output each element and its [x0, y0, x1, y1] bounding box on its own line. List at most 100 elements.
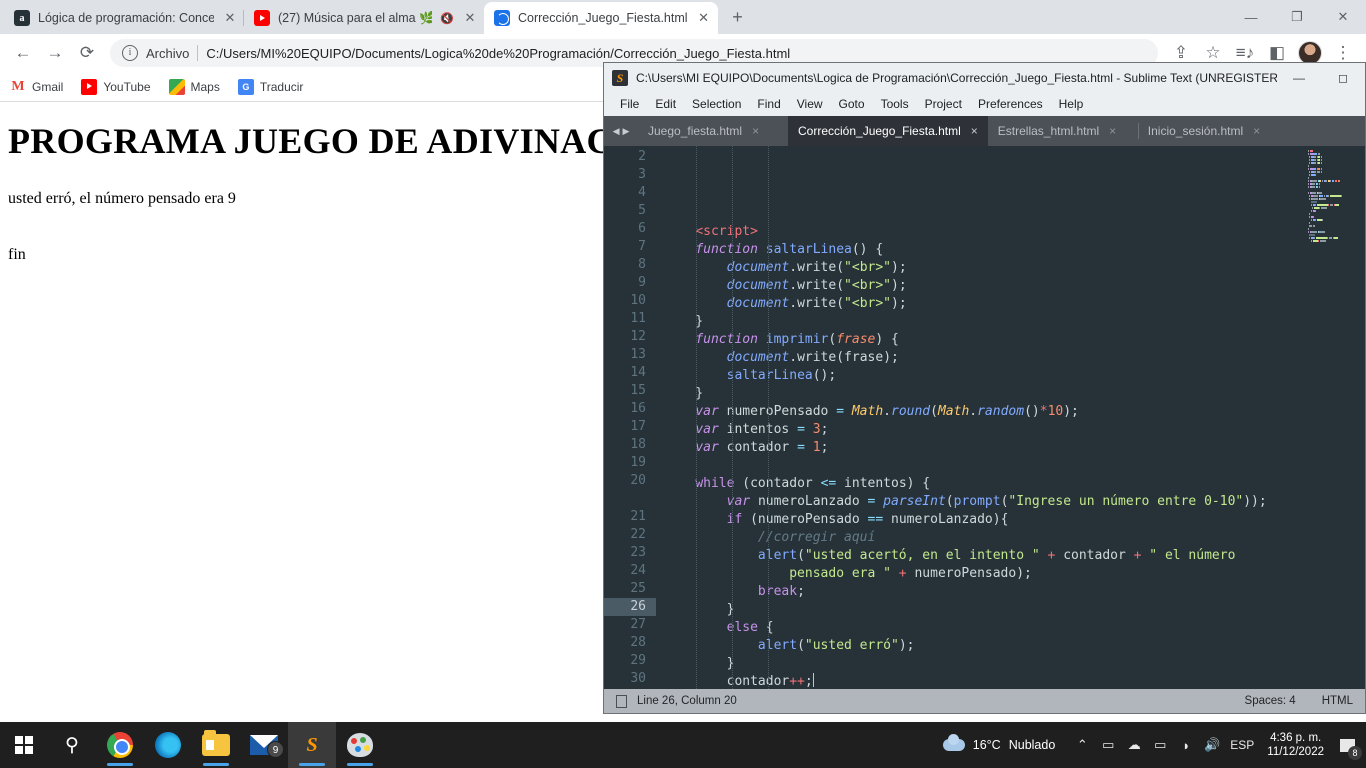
windows-taskbar: ⚲ 9 S 16°C Nublado ⌃ ▭ ☁ ▭ ◗ 🔊 ESP 4:36 … [0, 722, 1366, 768]
menu-preferences[interactable]: Preferences [970, 92, 1051, 116]
line-number: 17 [630, 419, 646, 434]
line-number: 25 [630, 581, 646, 596]
show-hidden-icons[interactable]: ⌃ [1069, 722, 1095, 768]
sublime-tab-label: Juego_fiesta.html [648, 124, 743, 138]
browser-tab-2[interactable]: (27) Música para el alma 🌿 🔇 ✕ [243, 2, 484, 34]
new-tab-button[interactable]: + [724, 4, 752, 32]
taskbar-sublime[interactable]: S [288, 722, 336, 768]
close-icon[interactable]: ✕ [462, 10, 478, 26]
reload-icon[interactable]: ⟳ [72, 38, 102, 68]
indentation-setting[interactable]: Spaces: 4 [1245, 695, 1296, 707]
sublime-tab-estrellas-html[interactable]: Estrellas_html.html × [988, 116, 1138, 146]
code-minimap[interactable] [1303, 146, 1365, 689]
onedrive-icon[interactable]: ☁ [1121, 722, 1147, 768]
bookmark-label: Maps [190, 79, 220, 94]
wifi-icon[interactable]: ◗ [1173, 722, 1199, 768]
back-icon[interactable]: ← [8, 38, 38, 68]
globe-icon [494, 10, 510, 26]
taskbar-mail[interactable]: 9 [240, 722, 288, 768]
notification-center-button[interactable]: 8 [1334, 722, 1362, 768]
code-line: break; [757, 584, 805, 599]
text-cursor [812, 673, 814, 687]
taskbar-items: ⚲ 9 S [0, 722, 384, 768]
close-button[interactable]: ✕ [1320, 0, 1366, 34]
chevron-right-icon[interactable]: ▶ [623, 126, 630, 137]
sublime-tab-juego-fiesta[interactable]: Juego_fiesta.html × [638, 116, 788, 146]
minimap-line [1306, 189, 1362, 191]
menu-edit[interactable]: Edit [647, 92, 684, 116]
search-button[interactable]: ⚲ [48, 722, 96, 768]
minimap-line [1306, 228, 1362, 230]
weather-widget[interactable]: 16°C Nublado [942, 734, 1055, 752]
maps-icon [168, 78, 185, 95]
menu-help[interactable]: Help [1051, 92, 1092, 116]
info-icon[interactable]: i [122, 45, 138, 61]
code-editor-area[interactable]: <script> function saltarLinea() { docume… [656, 146, 1303, 689]
code-line: //corregir aquí [664, 530, 876, 545]
taskbar-explorer[interactable] [192, 722, 240, 768]
volume-icon[interactable]: 🔊 [1199, 722, 1225, 768]
browser-tab-1[interactable]: a Lógica de programación: Concep ✕ [4, 2, 244, 34]
gmail-icon: M [10, 78, 26, 95]
youtube-icon [81, 78, 98, 95]
code-line: } [664, 602, 735, 617]
edge-icon [155, 732, 181, 758]
line-number: 21 [630, 509, 646, 524]
menu-file[interactable]: File [612, 92, 647, 116]
line-number: 14 [630, 365, 646, 380]
battery-icon[interactable]: ▭ [1147, 722, 1173, 768]
camera-icon[interactable]: ▭ [1095, 722, 1121, 768]
line-number: 18 [630, 437, 646, 452]
sublime-tab-correccion-juego-fiesta[interactable]: Corrección_Juego_Fiesta.html × [788, 116, 988, 146]
chevron-left-icon[interactable]: ◀ [613, 126, 620, 137]
code-line: var numeroLanzado = parseInt(prompt("Ing… [726, 494, 1267, 509]
syntax-setting[interactable]: HTML [1322, 695, 1353, 707]
bookmark-maps[interactable]: Maps [168, 78, 220, 95]
minimap-line [1306, 177, 1362, 179]
cloud-icon [942, 734, 965, 751]
taskbar-edge[interactable] [144, 722, 192, 768]
mute-icon[interactable]: 🔇 [440, 12, 454, 25]
maximize-button[interactable]: ❐ [1274, 0, 1320, 34]
bookmark-traducir[interactable]: G Traducir [237, 78, 303, 95]
line-number: 2 [638, 149, 646, 164]
close-icon[interactable]: × [971, 124, 978, 138]
menu-tools[interactable]: Tools [873, 92, 917, 116]
taskbar-chrome[interactable] [96, 722, 144, 768]
close-icon[interactable]: × [1109, 124, 1116, 138]
start-button[interactable] [0, 722, 48, 768]
sublime-menu-bar: File Edit Selection Find View Goto Tools… [604, 92, 1365, 116]
menu-view[interactable]: View [789, 92, 831, 116]
line-number: 9 [638, 275, 646, 290]
close-icon[interactable]: × [1253, 124, 1260, 138]
language-indicator[interactable]: ESP [1225, 722, 1259, 768]
taskbar-paint[interactable] [336, 722, 384, 768]
browser-tab-3[interactable]: Corrección_Juego_Fiesta.html ✕ [484, 2, 718, 34]
close-icon[interactable]: ✕ [696, 10, 712, 26]
minimap-line [1306, 174, 1362, 176]
sidebar-toggle-icon[interactable] [616, 694, 627, 708]
minimize-button[interactable]: — [1228, 0, 1274, 34]
sublime-tab-inicio-sesion[interactable]: Inicio_sesión.html × [1137, 116, 1288, 146]
sublime-maximize-button[interactable]: ◻ [1321, 63, 1365, 92]
close-icon[interactable]: × [752, 124, 759, 138]
browser-tab-title: Corrección_Juego_Fiesta.html [518, 11, 688, 25]
bookmark-youtube[interactable]: YouTube [81, 78, 151, 95]
line-number: 30 [630, 671, 646, 686]
minimap-line [1306, 159, 1362, 161]
code-line: } [664, 386, 704, 401]
menu-project[interactable]: Project [917, 92, 970, 116]
code-line: contador++; [664, 673, 814, 689]
line-number: 26 [604, 598, 656, 616]
menu-selection[interactable]: Selection [684, 92, 749, 116]
close-icon[interactable]: ✕ [222, 10, 238, 26]
menu-goto[interactable]: Goto [831, 92, 873, 116]
code-line: var contador = 1; [695, 440, 829, 455]
forward-icon[interactable]: → [40, 38, 70, 68]
line-number: 7 [638, 239, 646, 254]
menu-find[interactable]: Find [749, 92, 788, 116]
sublime-minimize-button[interactable]: — [1277, 63, 1321, 92]
clock[interactable]: 4:36 p. m. 11/12/2022 [1267, 731, 1324, 759]
browser-tab-strip: a Lógica de programación: Concep ✕ (27) … [0, 0, 1366, 34]
bookmark-gmail[interactable]: M Gmail [10, 78, 63, 95]
